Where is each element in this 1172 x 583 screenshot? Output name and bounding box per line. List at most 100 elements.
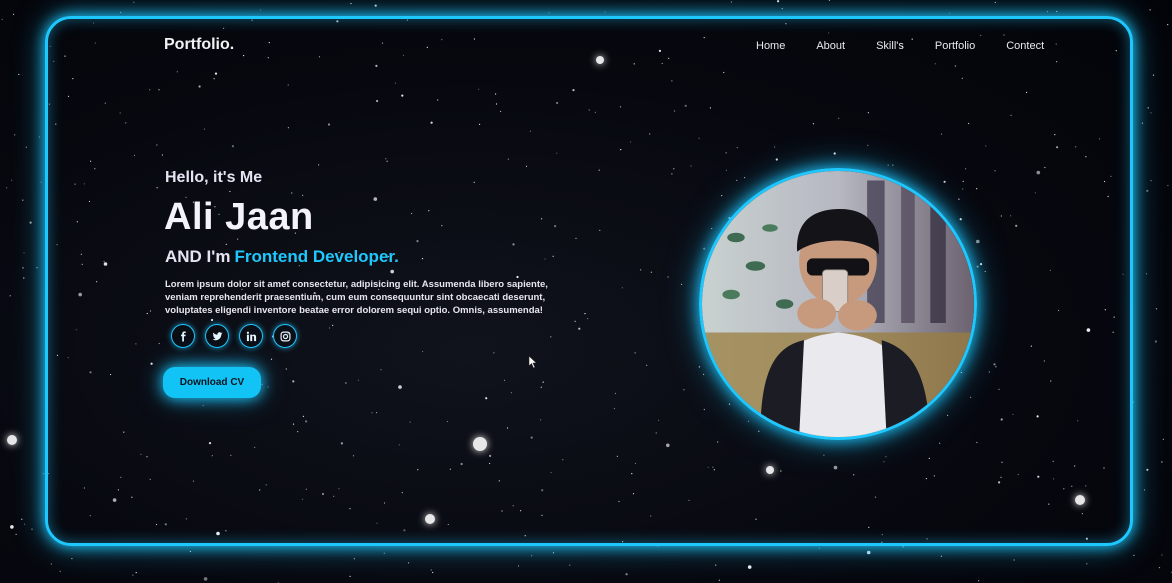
star	[12, 13, 15, 15]
star	[430, 569, 432, 571]
star	[1146, 468, 1149, 471]
star	[349, 575, 351, 578]
star	[1147, 107, 1149, 109]
hero-name: Ali Jaan	[164, 196, 314, 238]
star	[383, 552, 385, 554]
star	[18, 73, 20, 76]
star	[1154, 340, 1157, 343]
star	[1046, 11, 1049, 13]
star	[781, 8, 783, 10]
star	[1013, 559, 1015, 561]
star	[23, 252, 25, 254]
star	[1133, 554, 1135, 557]
nav-contact[interactable]: Contect	[1006, 40, 1044, 52]
star	[38, 136, 41, 138]
star	[548, 12, 550, 14]
star	[1, 18, 3, 21]
instagram-icon[interactable]	[273, 324, 297, 348]
star	[260, 9, 262, 11]
page: Portfolio. Home About Skill's Portfolio …	[0, 0, 1172, 583]
star	[432, 571, 434, 574]
nav-portfolio[interactable]: Portfolio	[935, 40, 975, 52]
star	[203, 577, 208, 581]
star	[517, 565, 520, 567]
star	[22, 267, 24, 269]
star	[135, 572, 137, 574]
hero-role: AND I'm Frontend Developer.	[165, 247, 399, 267]
star	[353, 558, 355, 560]
star	[1056, 10, 1058, 13]
star	[1161, 554, 1163, 556]
star	[569, 564, 571, 566]
star	[718, 579, 721, 581]
star	[949, 12, 951, 14]
nav-skills[interactable]: Skill's	[876, 40, 904, 52]
star	[818, 547, 820, 549]
mouse-cursor-icon	[528, 355, 538, 369]
star	[1152, 74, 1155, 76]
star	[407, 562, 410, 564]
site-logo[interactable]: Portfolio.	[164, 36, 234, 54]
nav-home[interactable]: Home	[756, 40, 785, 52]
star	[42, 473, 45, 475]
star	[23, 523, 26, 525]
star	[15, 533, 17, 536]
star	[9, 295, 11, 297]
star	[40, 181, 42, 183]
star	[604, 11, 606, 13]
star	[71, 558, 73, 560]
star	[1086, 563, 1088, 565]
star	[777, 0, 780, 3]
social-links	[171, 324, 307, 348]
star	[531, 555, 533, 557]
hero-description: Lorem ipsum dolor sit amet consectetur, …	[165, 279, 548, 316]
star	[120, 11, 122, 13]
star	[1158, 567, 1161, 569]
star	[828, 0, 830, 1]
star	[994, 1, 996, 4]
star	[625, 573, 628, 576]
bright-star	[7, 435, 17, 445]
star	[50, 563, 53, 565]
main-nav: Home About Skill's Portfolio Contect	[756, 40, 1044, 52]
star	[1150, 112, 1152, 114]
star	[11, 179, 13, 181]
person-photo-icon	[702, 171, 974, 437]
star	[747, 565, 752, 569]
star	[1155, 308, 1158, 310]
star	[23, 277, 25, 279]
star	[6, 187, 8, 189]
star	[1161, 461, 1163, 463]
star	[1145, 273, 1148, 275]
star	[1162, 438, 1164, 440]
star	[978, 580, 980, 582]
twitter-icon[interactable]	[205, 324, 229, 348]
nav-about[interactable]: About	[816, 40, 845, 52]
star	[1141, 122, 1144, 124]
star	[1167, 24, 1169, 26]
star	[31, 528, 33, 530]
star	[189, 550, 191, 553]
profile-photo	[699, 168, 977, 440]
star	[350, 2, 352, 5]
star	[132, 574, 134, 576]
facebook-icon[interactable]	[171, 324, 195, 348]
star	[133, 1, 135, 3]
star	[1143, 489, 1146, 491]
star	[21, 518, 23, 520]
star	[29, 221, 32, 224]
star	[1146, 189, 1149, 192]
star	[10, 525, 14, 529]
linkedin-icon[interactable]	[239, 324, 263, 348]
star	[25, 146, 27, 148]
star	[715, 564, 717, 566]
star	[552, 552, 555, 554]
star	[1150, 180, 1152, 182]
star	[59, 570, 61, 573]
hero-greeting: Hello, it's Me	[165, 169, 263, 186]
download-cv-button[interactable]: Download CV	[163, 367, 261, 398]
star	[902, 546, 904, 548]
star	[1167, 184, 1169, 187]
star	[940, 555, 943, 557]
star	[14, 134, 16, 136]
